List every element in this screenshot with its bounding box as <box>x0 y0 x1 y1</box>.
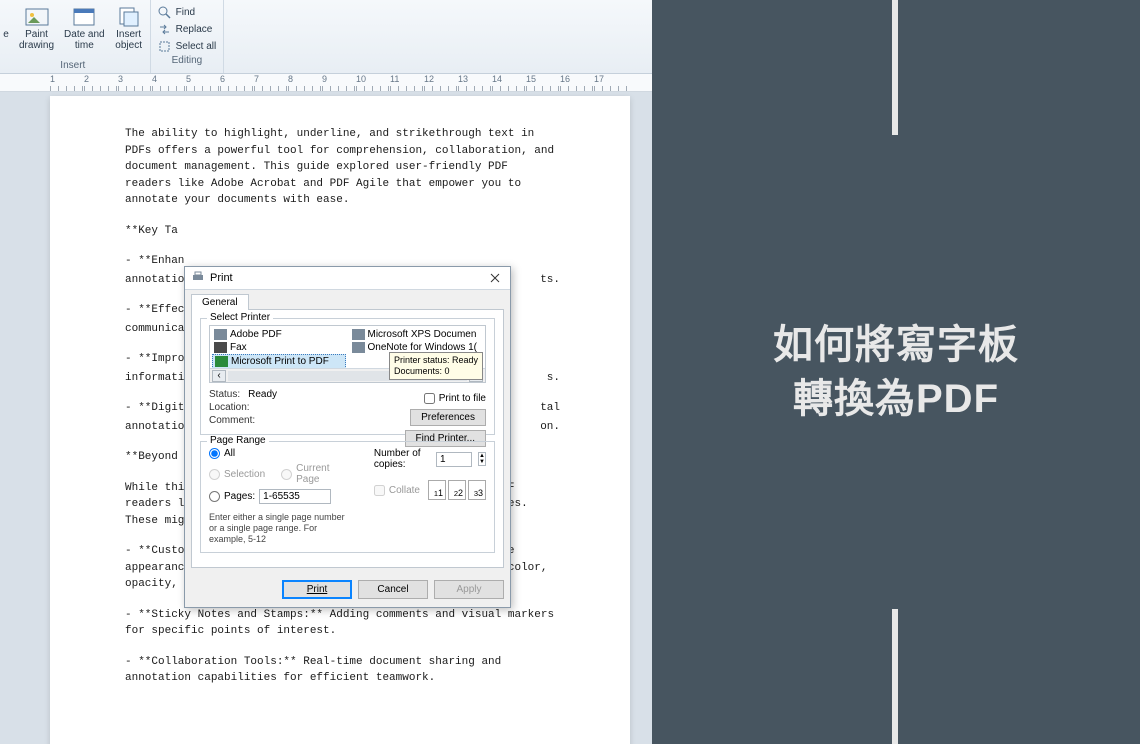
paint-drawing-button[interactable]: Paint drawing <box>16 2 57 59</box>
printer-item-selected[interactable]: Microsoft Print to PDF <box>212 354 346 369</box>
apply-button[interactable]: Apply <box>434 580 504 599</box>
printer-icon <box>352 329 365 340</box>
collate-checkbox[interactable]: Collate <box>374 485 420 496</box>
print-dialog: Print General Select Printer Adobe PDF F… <box>184 266 511 608</box>
collate-preview: 11 22 33 <box>428 480 486 500</box>
page-title: 如何將寫字板 轉換為PDF <box>773 318 1019 426</box>
printer-item[interactable]: Fax <box>212 341 346 354</box>
scroll-left-button[interactable]: ‹ <box>212 370 226 382</box>
title-panel: 如何將寫字板 轉換為PDF <box>652 0 1140 744</box>
date-time-icon <box>70 4 98 28</box>
select-all-icon <box>158 39 172 53</box>
printer-tooltip: Printer status: Ready Documents: 0 <box>389 352 483 380</box>
print-button[interactable]: Print <box>282 580 352 599</box>
dialog-titlebar[interactable]: Print <box>185 267 510 290</box>
spinner-icon[interactable]: ▲▼ <box>478 452 486 466</box>
pages-input[interactable] <box>259 489 331 504</box>
copies-input[interactable] <box>436 452 472 467</box>
printer-item[interactable]: Adobe PDF <box>212 328 346 341</box>
print-to-file-checkbox[interactable]: Print to file <box>424 393 486 404</box>
printer-icon <box>191 271 205 286</box>
insert-group-label: Insert <box>0 59 146 73</box>
select-printer-fieldset: Select Printer Adobe PDF Fax Microsoft P… <box>200 318 495 435</box>
page-range-fieldset: Page Range All Selection Current Page Pa… <box>200 441 495 553</box>
printer-list[interactable]: Adobe PDF Fax Microsoft Print to PDF Mic… <box>209 325 486 383</box>
printer-icon <box>214 329 227 340</box>
printer-icon <box>352 342 365 353</box>
dialog-title: Print <box>210 272 233 284</box>
general-tab[interactable]: General <box>191 294 249 310</box>
current-page-radio[interactable]: Current Page <box>281 463 354 485</box>
printer-item[interactable]: Microsoft XPS Documen <box>350 328 484 341</box>
all-radio[interactable]: All <box>209 448 354 459</box>
replace-button[interactable]: Replace <box>155 21 220 37</box>
editing-group-label: Editing <box>155 54 220 68</box>
insert-object-button[interactable]: Insert object <box>112 2 146 59</box>
select-all-button[interactable]: Select all <box>155 38 220 54</box>
insert-object-icon <box>115 4 143 28</box>
preferences-button[interactable]: Preferences <box>410 409 486 426</box>
ribbon-partial-item[interactable]: e <box>0 2 12 59</box>
date-time-button[interactable]: Date and time <box>61 2 108 59</box>
find-icon <box>158 5 172 19</box>
close-button[interactable] <box>486 270 504 286</box>
page-range-note: Enter either a single page number or a s… <box>209 512 354 544</box>
ruler: 1234567891011121314151617 <box>0 74 652 92</box>
pages-radio[interactable]: Pages: <box>209 489 354 504</box>
printer-icon <box>215 356 228 367</box>
wordpad-window: e Paint drawing Date and time Insert obj… <box>0 0 652 744</box>
ribbon: e Paint drawing Date and time Insert obj… <box>0 0 652 74</box>
cancel-button[interactable]: Cancel <box>358 580 428 599</box>
paint-icon <box>23 4 51 28</box>
find-button[interactable]: Find <box>155 4 220 20</box>
replace-icon <box>158 22 172 36</box>
fax-icon <box>214 342 227 353</box>
selection-radio[interactable]: Selection <box>209 463 265 485</box>
